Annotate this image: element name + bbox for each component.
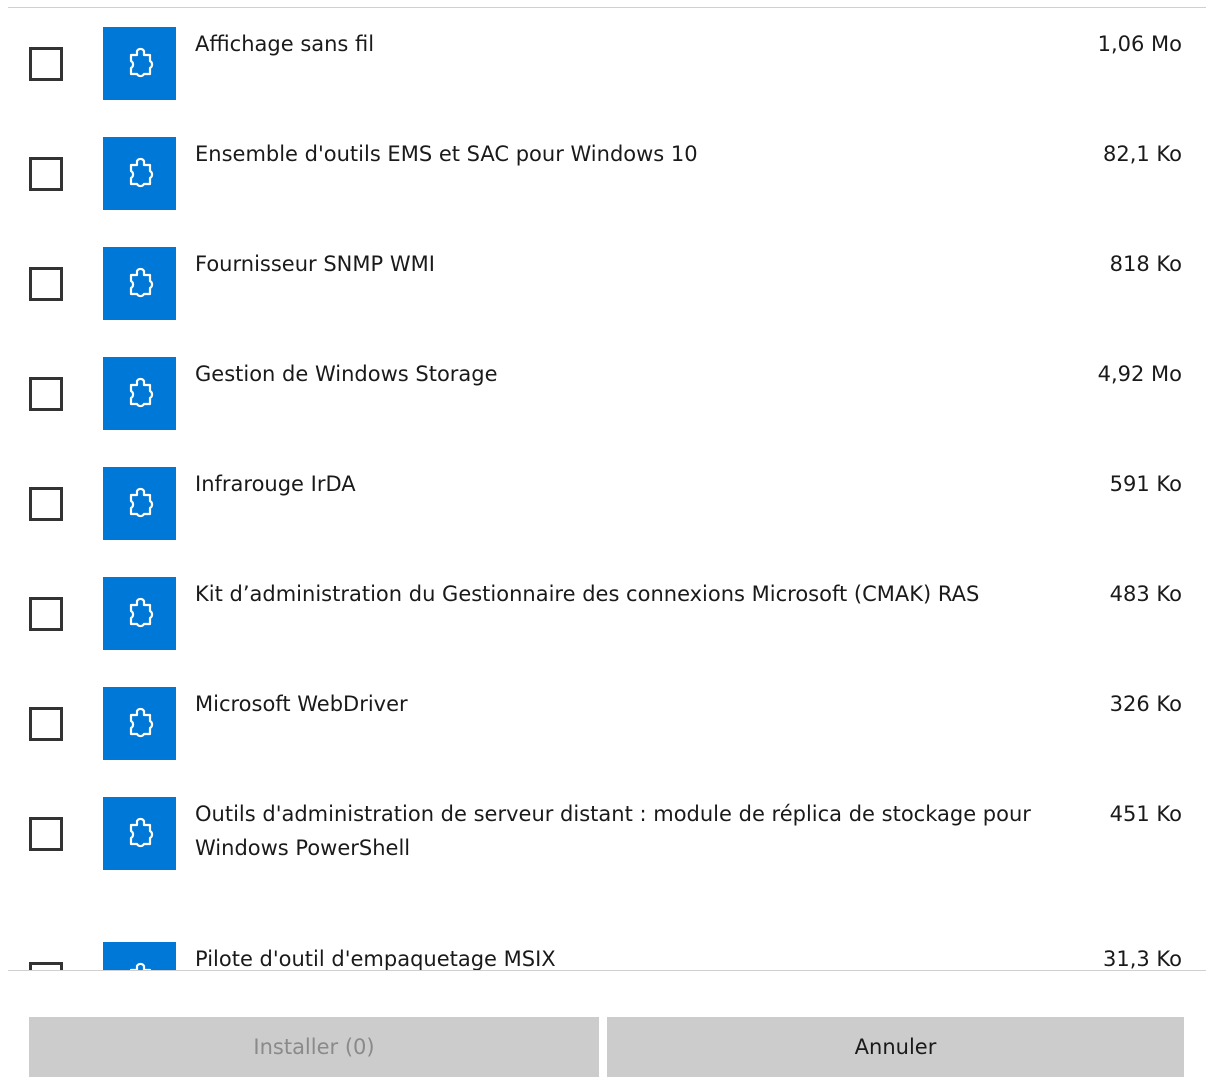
feature-checkbox[interactable]: [29, 157, 63, 191]
puzzle-piece-icon: [103, 247, 176, 320]
feature-size: 451 Ko: [1109, 802, 1182, 826]
feature-name: Outils d'administration de serveur dista…: [195, 802, 1031, 860]
feature-size: 591 Ko: [1109, 472, 1182, 496]
feature-checkbox[interactable]: [29, 707, 63, 741]
install-button[interactable]: Installer (0): [29, 1017, 599, 1077]
feature-name: Microsoft WebDriver: [195, 692, 408, 716]
puzzle-piece-icon: [103, 942, 176, 970]
feature-row[interactable]: Gestion de Windows Storage 4,92 Mo: [0, 340, 1206, 450]
feature-row[interactable]: Outils d'administration de serveur dista…: [0, 780, 1206, 890]
cancel-button[interactable]: Annuler: [607, 1017, 1184, 1077]
feature-checkbox[interactable]: [29, 962, 63, 970]
feature-checkbox[interactable]: [29, 487, 63, 521]
feature-row[interactable]: Pilote d'outil d'empaquetage MSIX 31,3 K…: [0, 925, 1206, 970]
feature-checkbox[interactable]: [29, 377, 63, 411]
feature-row[interactable]: Infrarouge IrDA 591 Ko: [0, 450, 1206, 560]
feature-row[interactable]: Ensemble d'outils EMS et SAC pour Window…: [0, 120, 1206, 230]
puzzle-piece-icon: [103, 137, 176, 210]
puzzle-piece-icon: [103, 27, 176, 100]
feature-name: Ensemble d'outils EMS et SAC pour Window…: [195, 142, 698, 166]
feature-size: 1,06 Mo: [1097, 32, 1182, 56]
feature-name: Kit d’administration du Gestionnaire des…: [195, 582, 980, 606]
puzzle-piece-icon: [103, 797, 176, 870]
feature-size: 4,92 Mo: [1097, 362, 1182, 386]
puzzle-piece-icon: [103, 577, 176, 650]
feature-row[interactable]: Fournisseur SNMP WMI 818 Ko: [0, 230, 1206, 340]
feature-name: Pilote d'outil d'empaquetage MSIX: [195, 947, 556, 970]
feature-size: 483 Ko: [1109, 582, 1182, 606]
feature-row[interactable]: Microsoft WebDriver 326 Ko: [0, 670, 1206, 780]
feature-name: Fournisseur SNMP WMI: [195, 252, 435, 276]
puzzle-piece-icon: [103, 467, 176, 540]
footer-divider: [8, 970, 1206, 971]
feature-size: 82,1 Ko: [1102, 142, 1182, 166]
feature-checkbox[interactable]: [29, 267, 63, 301]
feature-size: 31,3 Ko: [1102, 947, 1182, 970]
feature-checkbox[interactable]: [29, 817, 63, 851]
puzzle-piece-icon: [103, 357, 176, 430]
feature-row[interactable]: Kit d’administration du Gestionnaire des…: [0, 560, 1206, 670]
feature-name: Gestion de Windows Storage: [195, 362, 498, 386]
feature-name: Infrarouge IrDA: [195, 472, 356, 496]
puzzle-piece-icon: [103, 687, 176, 760]
feature-checkbox[interactable]: [29, 597, 63, 631]
feature-checkbox[interactable]: [29, 47, 63, 81]
feature-size: 326 Ko: [1109, 692, 1182, 716]
optional-features-list[interactable]: Affichage sans fil 1,06 Mo Ensemble d'ou…: [0, 8, 1206, 970]
feature-name: Affichage sans fil: [195, 32, 375, 56]
feature-size: 818 Ko: [1109, 252, 1182, 276]
feature-row[interactable]: Affichage sans fil 1,06 Mo: [0, 10, 1206, 120]
